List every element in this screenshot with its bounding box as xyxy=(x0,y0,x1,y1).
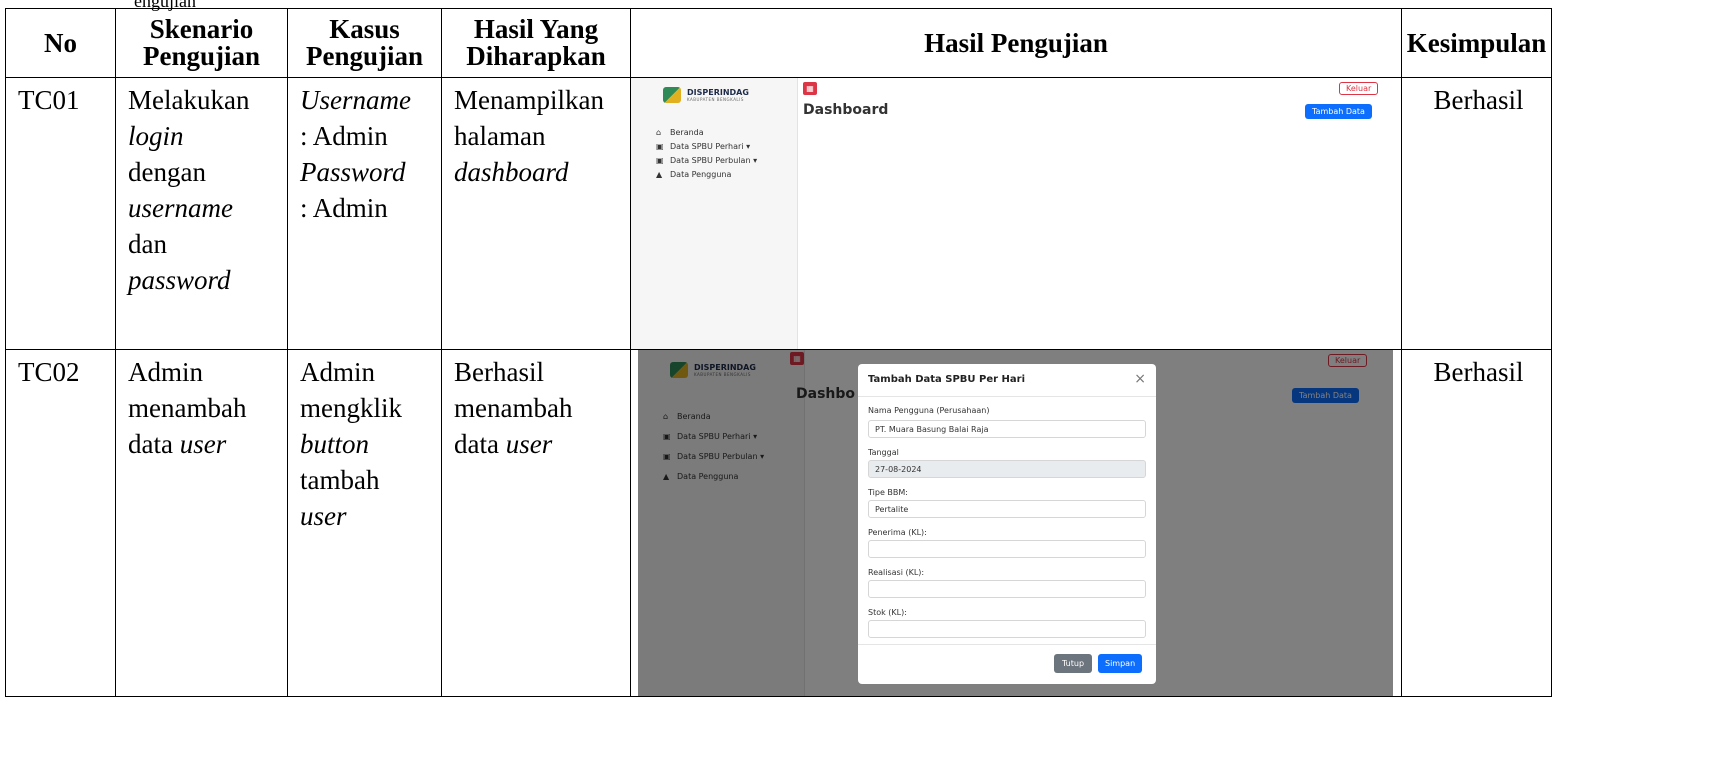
header-hasil: Hasil Pengujian xyxy=(630,8,1402,78)
close-button[interactable]: Tutup xyxy=(1054,654,1093,673)
cell-harap: Menampilkan halaman dashboard xyxy=(441,77,631,350)
field-label: Realisasi (KL): xyxy=(868,568,925,577)
page-title: Dashboard xyxy=(803,102,889,118)
close-icon[interactable]: × xyxy=(1134,371,1146,387)
dashboard-screenshot: DISPERINDAG KABUPATEN BENGKALIS ⌂ Beranda… xyxy=(631,78,1401,349)
add-data-modal: Tambah Data SPBU Per Hari × Nama Penggun… xyxy=(858,364,1156,684)
date-field: 27-08-2024 xyxy=(868,460,1146,478)
sidebar-item-spbu-perhari[interactable]: ▣Data SPBU Perhari ▾ xyxy=(656,142,750,151)
menu-grid-button[interactable]: ▦ xyxy=(803,82,817,95)
company-field[interactable]: PT. Muara Basung Balai Raja xyxy=(868,420,1146,438)
save-button[interactable]: Simpan xyxy=(1098,654,1143,673)
fuel-pump-icon: ▣ xyxy=(656,156,664,165)
cell-hasil-screenshot-1: DISPERINDAG KABUPATEN BENGKALIS ⌂ Beranda… xyxy=(630,77,1402,350)
sidebar: DISPERINDAG KABUPATEN BENGKALIS ⌂Beranda… xyxy=(631,78,798,349)
cell-skenario: Admin menambah data user xyxy=(115,349,288,697)
sidebar-item-pengguna[interactable]: ▲Data Pengguna xyxy=(656,170,731,179)
logout-button[interactable]: Keluar xyxy=(1339,82,1379,95)
cell-kesimpulan: Berhasil xyxy=(1401,349,1552,697)
caret-down-icon: ▾ xyxy=(746,142,751,151)
fuel-pump-icon: ▣ xyxy=(656,142,664,151)
table-row: TC02 Admin menambah data user Admin meng… xyxy=(5,349,1552,697)
realisasi-field[interactable] xyxy=(868,580,1146,598)
test-table: No Skenario Pengujian Kasus Pengujian Hasi… xyxy=(5,8,1552,697)
field-label: Stok (KL): xyxy=(868,608,907,617)
penerima-field[interactable] xyxy=(868,540,1146,558)
fuel-type-field[interactable]: Pertalite xyxy=(868,500,1146,518)
cell-kasus: Admin mengklik button tambah user xyxy=(287,349,442,697)
cell-skenario: Melakukan login dengan username dan pass… xyxy=(115,77,288,350)
sidebar-item-beranda[interactable]: ⌂Beranda xyxy=(656,128,704,137)
field-label: Tanggal xyxy=(868,448,899,457)
header-no: No xyxy=(5,8,116,78)
add-data-button[interactable]: Tambah Data xyxy=(1305,104,1372,119)
header-hasil-harap: Hasil Yang Diharapkan xyxy=(441,8,631,78)
modal-screenshot: DISPERINDAG KABUPATEN BENGKALIS ⌂Beranda… xyxy=(638,350,1393,696)
cell-no: TC02 xyxy=(5,349,116,697)
table-row: TC01 Melakukan login dengan username dan… xyxy=(5,77,1552,350)
modal-title: Tambah Data SPBU Per Hari xyxy=(868,374,1026,385)
cell-kesimpulan: Berhasil xyxy=(1401,77,1552,350)
cell-kasus: Username : Admin Password : Admin xyxy=(287,77,442,350)
stok-field[interactable] xyxy=(868,620,1146,638)
caret-down-icon: ▾ xyxy=(753,156,758,165)
divider xyxy=(858,644,1156,645)
field-label: Tipe BBM: xyxy=(868,488,908,497)
cell-no: TC01 xyxy=(5,77,116,350)
logo-emblem-icon xyxy=(663,87,681,103)
divider xyxy=(858,396,1156,397)
header-skenario: Skenario Pengujian xyxy=(115,8,288,78)
field-label: Nama Pengguna (Perusahaan) xyxy=(868,406,990,415)
home-icon: ⌂ xyxy=(656,128,662,137)
field-label: Penerima (KL): xyxy=(868,528,927,537)
cell-harap: Berhasil menambah data user xyxy=(441,349,631,697)
header-kesimpulan: Kesimpulan xyxy=(1401,8,1552,78)
sidebar-item-spbu-perbulan[interactable]: ▣Data SPBU Perbulan ▾ xyxy=(656,156,757,165)
header-kasus: Kasus Pengujian xyxy=(287,8,442,78)
table-header-row: No Skenario Pengujian Kasus Pengujian Hasi… xyxy=(5,8,1552,78)
logo: DISPERINDAG KABUPATEN BENGKALIS xyxy=(663,87,749,103)
user-icon: ▲ xyxy=(656,170,663,179)
cell-hasil-screenshot-2: DISPERINDAG KABUPATEN BENGKALIS ⌂Beranda… xyxy=(630,349,1402,697)
